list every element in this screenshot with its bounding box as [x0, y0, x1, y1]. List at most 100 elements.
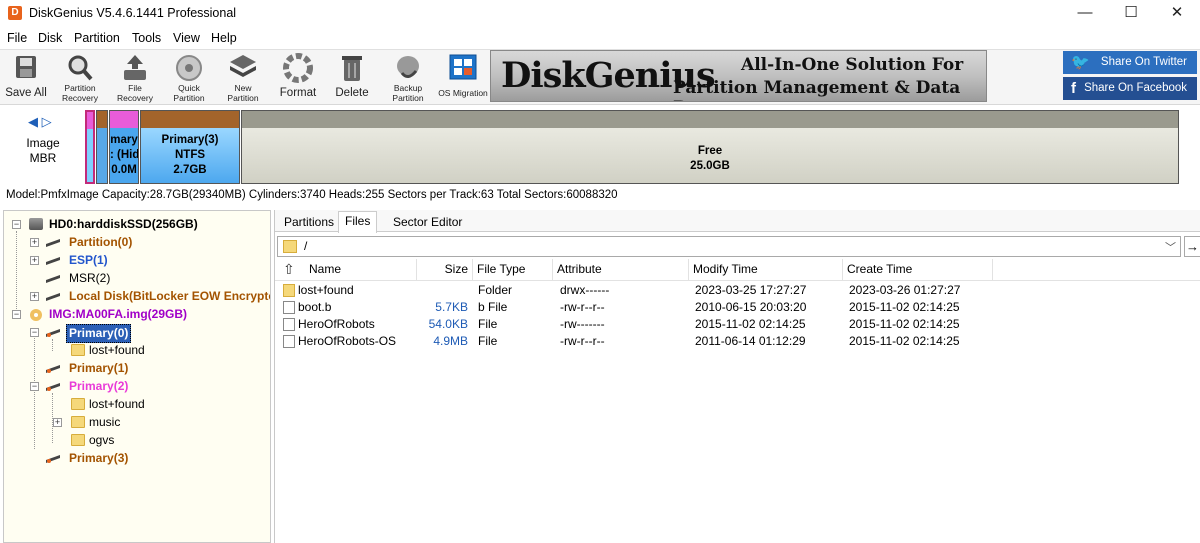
expand-icon[interactable]: +	[30, 292, 39, 301]
tree-item-partition0[interactable]: + Partition(0)	[9, 234, 270, 251]
table-row[interactable]: boot.b 5.7KB b File -rw-r--r-- 2010-06-1…	[275, 299, 1200, 316]
file-attribute: -rw-------	[560, 317, 605, 331]
chevron-down-icon[interactable]: ﹀	[1165, 239, 1176, 255]
collapse-icon[interactable]: −	[12, 220, 21, 229]
menu-partition[interactable]: Partition	[74, 31, 120, 45]
tab-partitions[interactable]: Partitions	[278, 213, 340, 232]
delete-button[interactable]: Delete	[330, 53, 374, 105]
minimize-button[interactable]: —	[1062, 0, 1108, 28]
file-recovery-button[interactable]: File Recovery	[113, 53, 157, 105]
free-space-text: Free 25.0GB	[242, 144, 1178, 174]
file-name: HeroOfRobots-OS	[298, 334, 397, 348]
table-row[interactable]: HeroOfRobots-OS 4.9MB File -rw-r--r-- 20…	[275, 333, 1200, 350]
disk-info-bar: Model:PmfxImage Capacity:28.7GB(29340MB)…	[6, 189, 618, 201]
path-input[interactable]: / ﹀	[277, 236, 1181, 257]
tree-label-esp1: ESP(1)	[69, 253, 108, 267]
diskgenius-banner[interactable]: DiskGenius All-In-One Solution For Parti…	[490, 50, 987, 102]
tree-item-msr2[interactable]: MSR(2)	[9, 270, 270, 287]
go-arrow-button[interactable]: →	[1184, 236, 1200, 257]
partition-recovery-button[interactable]: Partition Recovery	[58, 53, 102, 105]
file-name: lost+found	[298, 283, 354, 297]
partition-segment-2[interactable]: mary : (Hid 0.0M	[109, 110, 139, 184]
partition-segment-2-text: mary : (Hid 0.0M	[110, 133, 138, 178]
column-size[interactable]: Size	[417, 259, 473, 281]
save-all-button[interactable]: Save All	[3, 53, 49, 105]
collapse-icon[interactable]: −	[30, 382, 39, 391]
disk-nav-arrows-icon[interactable]: ◀ ▷	[28, 114, 52, 130]
tree-label-lost-found-0: lost+found	[89, 343, 145, 357]
maximize-button[interactable]: ☐	[1108, 0, 1154, 28]
quick-partition-label-2: Partition	[173, 93, 205, 103]
partition-segment-1[interactable]	[96, 110, 108, 184]
file-type: File	[478, 317, 498, 331]
tree-item-primary0[interactable]: − Primary(0)	[9, 324, 270, 343]
file-icon	[283, 301, 295, 314]
disk-type-label: Image MBR	[24, 136, 62, 166]
os-migration-button[interactable]: OS Migration	[438, 53, 488, 105]
format-button[interactable]: Format	[276, 53, 320, 105]
tree-item-lost-found-0[interactable]: lost+found	[9, 342, 270, 359]
free-space-cap	[242, 111, 1178, 128]
tree-item-music[interactable]: + music	[9, 414, 270, 431]
partition-segment-2-name: mary	[110, 134, 138, 146]
hard-disk-icon	[29, 218, 43, 230]
collapse-icon[interactable]: −	[30, 328, 39, 337]
table-row[interactable]: HeroOfRobots 54.0KB File -rw------- 2015…	[275, 316, 1200, 333]
disk-tree-panel: − HD0:harddiskSSD(256GB) + Partition(0) …	[3, 210, 271, 543]
expand-icon[interactable]: +	[53, 418, 62, 427]
folder-icon	[71, 416, 85, 428]
up-folder-icon[interactable]: ⇧	[283, 262, 295, 276]
partition-segment-2-cap	[110, 111, 138, 128]
tab-files[interactable]: Files	[338, 211, 378, 233]
file-icon	[283, 335, 295, 348]
tab-sector-editor[interactable]: Sector Editor	[387, 213, 468, 232]
share-twitter-button[interactable]: 🐦 Share On Twitter	[1063, 51, 1197, 74]
column-name[interactable]: ⇧ Name	[275, 259, 417, 281]
expand-icon[interactable]: +	[30, 256, 39, 265]
quick-partition-button[interactable]: Quick Partition	[167, 53, 211, 105]
expand-icon[interactable]: +	[30, 238, 39, 247]
quick-partition-label-1: Quick	[178, 83, 200, 93]
partition-icon	[46, 239, 60, 247]
close-button[interactable]: ✕	[1154, 0, 1200, 28]
backup-partition-button[interactable]: Backup Partition	[386, 53, 430, 105]
file-create-time: 2023-03-26 01:27:27	[849, 283, 961, 297]
new-partition-button[interactable]: New Partition	[221, 53, 265, 105]
collapse-icon[interactable]: −	[12, 310, 21, 319]
backup-icon	[397, 56, 419, 78]
menu-view[interactable]: View	[173, 31, 200, 45]
tree-item-primary1[interactable]: Primary(1)	[9, 360, 270, 377]
tree-item-primary2[interactable]: − Primary(2)	[9, 378, 270, 395]
menu-disk[interactable]: Disk	[38, 31, 62, 45]
tree-item-esp1[interactable]: + ESP(1)	[9, 252, 270, 269]
menu-tools[interactable]: Tools	[132, 31, 161, 45]
menu-help[interactable]: Help	[211, 31, 237, 45]
partition-segment-1-body	[97, 128, 107, 183]
window-title: DiskGenius V5.4.6.1441 Professional	[29, 6, 237, 20]
column-modify-time[interactable]: Modify Time	[689, 259, 843, 281]
partition-segment-primary3[interactable]: Primary(3) NTFS 2.7GB	[140, 110, 240, 184]
partition-segment-1-cap	[97, 111, 107, 128]
share-facebook-button[interactable]: f Share On Facebook	[1063, 77, 1197, 100]
tree-label-primary1: Primary(1)	[69, 361, 129, 375]
tree-item-primary3[interactable]: Primary(3)	[9, 450, 270, 467]
tree-item-local-disk[interactable]: + Local Disk(BitLocker EOW Encrypted)	[9, 288, 270, 305]
column-attribute[interactable]: Attribute	[553, 259, 689, 281]
primary3-fs: NTFS	[174, 149, 206, 161]
tree-label-msr2: MSR(2)	[69, 271, 111, 285]
tree-item-hd0[interactable]: − HD0:harddiskSSD(256GB)	[9, 216, 270, 233]
free-space-segment[interactable]: Free 25.0GB	[241, 110, 1179, 184]
column-create-time[interactable]: Create Time	[843, 259, 993, 281]
delete-label: Delete	[335, 87, 369, 99]
tree-item-img[interactable]: − IMG:MA00FA.img(29GB)	[9, 306, 270, 323]
file-recovery-label-1: File	[128, 83, 142, 93]
column-file-type[interactable]: File Type	[473, 259, 553, 281]
tree-label-lost-found-2: lost+found	[89, 397, 145, 411]
magnifier-icon	[68, 55, 93, 81]
tree-item-lost-found-2[interactable]: lost+found	[9, 396, 270, 413]
partition-segment-0[interactable]	[85, 110, 95, 184]
table-row[interactable]: lost+found Folder drwx------ 2023-03-25 …	[275, 282, 1200, 299]
menu-file[interactable]: File	[7, 31, 27, 45]
tree-item-ogvs[interactable]: ogvs	[9, 432, 270, 449]
partition-segment-0-cap	[87, 112, 93, 129]
